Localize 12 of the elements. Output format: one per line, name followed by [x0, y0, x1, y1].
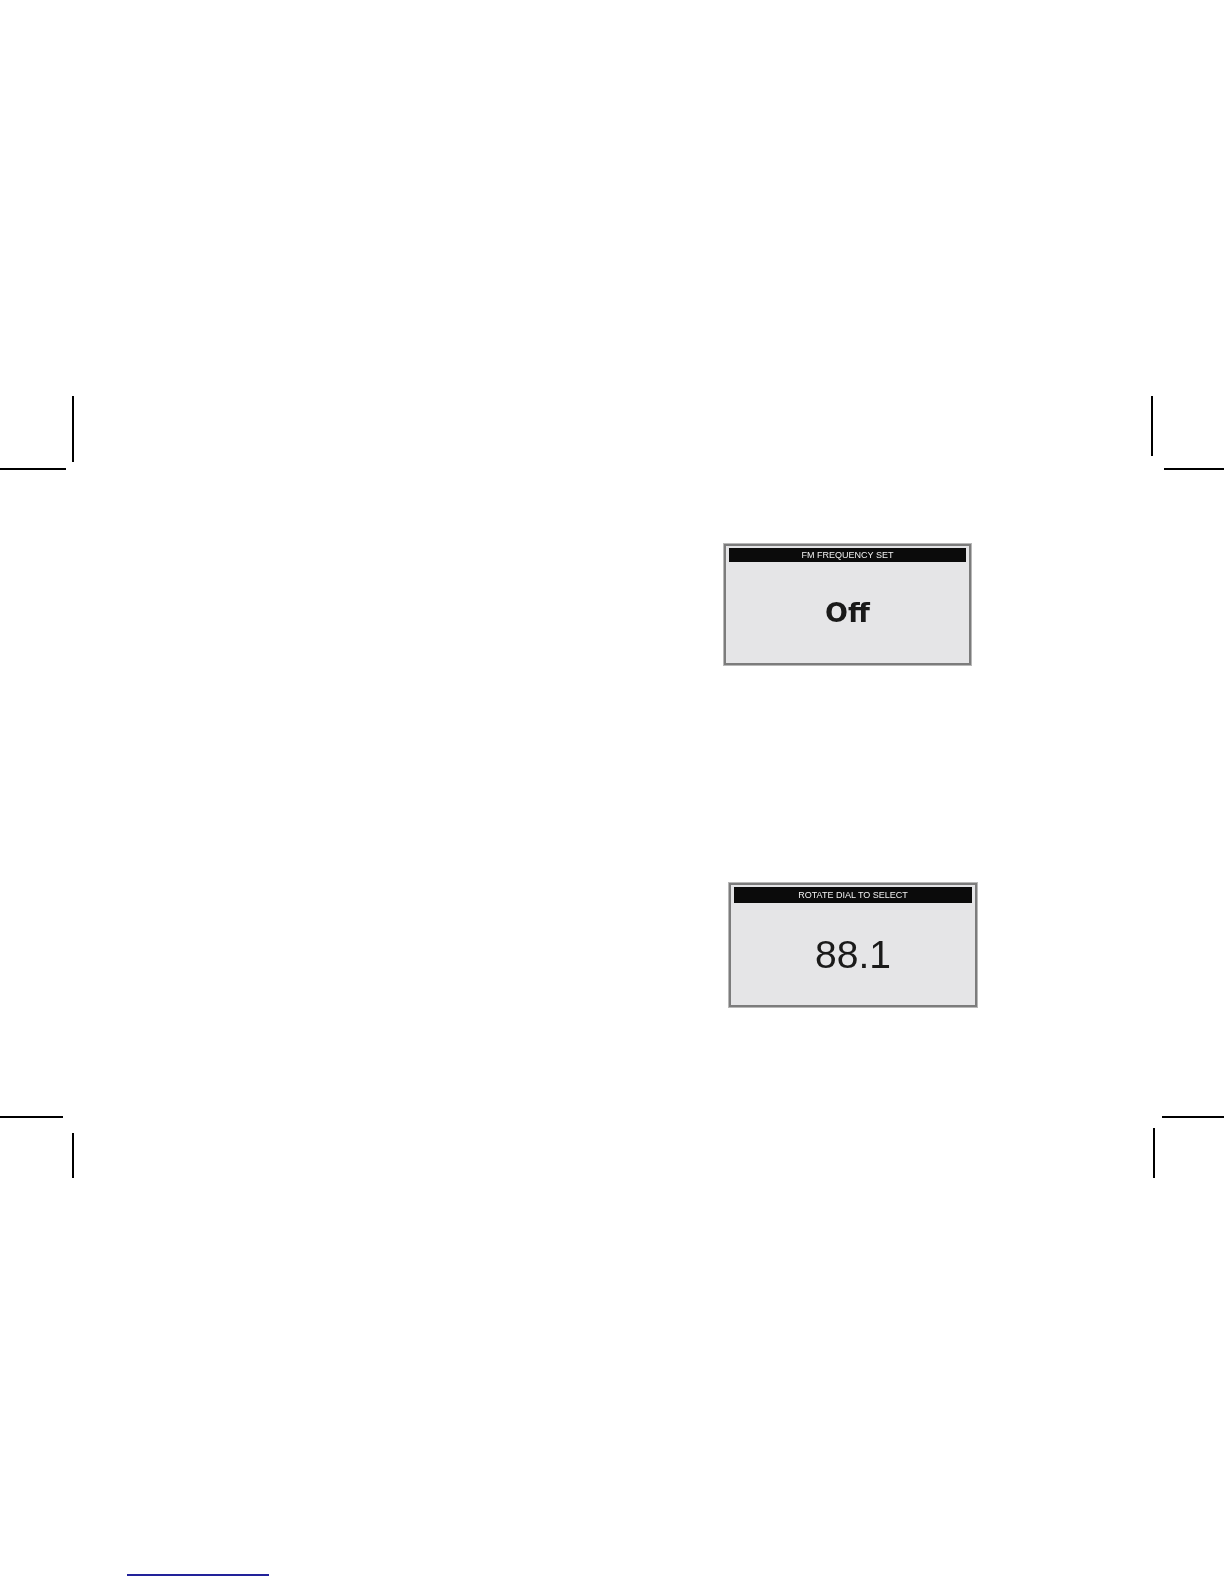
crop-mark [1153, 1128, 1155, 1178]
crop-mark [72, 396, 74, 462]
screen-value: Off [825, 599, 870, 626]
crop-mark [1162, 1116, 1224, 1118]
crop-mark [72, 1133, 74, 1178]
crop-mark [1151, 396, 1153, 456]
screen-value: 88.1 [815, 934, 891, 974]
crop-mark [1164, 468, 1224, 470]
crop-mark [0, 468, 66, 470]
screen-header: ROTATE DIAL TO SELECT [734, 887, 972, 903]
crop-mark [0, 1116, 63, 1118]
screen-header: FM FREQUENCY SET [729, 548, 966, 562]
